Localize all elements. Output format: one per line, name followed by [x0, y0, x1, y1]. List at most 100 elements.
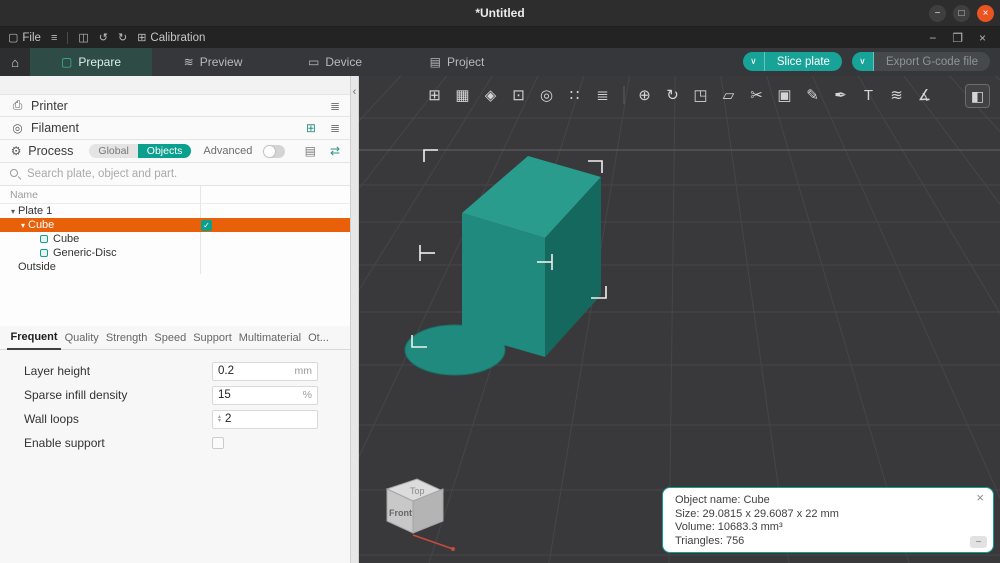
tree-row-outside[interactable]: Outside [0, 260, 350, 274]
export-gcode-button[interactable]: Export G-code file [874, 52, 990, 71]
assembly-view-button[interactable]: ◧ [965, 84, 990, 108]
advanced-toggle[interactable] [263, 145, 284, 158]
part-icon [40, 249, 48, 257]
enable-support-checkbox[interactable] [212, 437, 224, 449]
param-tab-quality[interactable]: Quality [61, 332, 102, 349]
app-close-button[interactable]: × [979, 31, 986, 45]
expander-icon[interactable]: ▾ [8, 207, 18, 216]
fuzzy-skin-icon[interactable]: ≋ [884, 83, 909, 107]
home-button[interactable]: ⌂ [0, 48, 30, 76]
cube-checkbox[interactable]: ✓ [201, 220, 212, 231]
text-icon[interactable]: T [856, 83, 881, 107]
calibration-menu[interactable]: ⊞ Calibration [137, 31, 205, 44]
printer-section-row[interactable]: ⎙ Printer ≣ [0, 94, 350, 117]
tree-row-generic-disc[interactable]: Generic-Disc [0, 246, 350, 260]
wall-loops-input[interactable] [225, 413, 312, 425]
export-dropdown-button[interactable]: ∨ [852, 52, 874, 71]
param-row-sparse-infill: Sparse infill density % [0, 383, 350, 407]
expander-icon[interactable]: ▾ [18, 221, 28, 230]
layer-height-input[interactable] [218, 365, 295, 377]
rotate-icon[interactable]: ↻ [660, 83, 685, 107]
navigation-cube[interactable]: Top Front [373, 467, 461, 557]
printer-settings-icon[interactable]: ≣ [330, 99, 340, 113]
sync-icon[interactable]: ⇄ [330, 144, 340, 158]
info-close-icon[interactable]: × [976, 492, 984, 504]
param-tab-others[interactable]: Ot... [305, 332, 333, 349]
preview-icon: ≋ [184, 55, 194, 69]
support-painting-icon[interactable]: ✎ [800, 83, 825, 107]
process-section-row[interactable]: ⚙ Process Global Objects Advanced ▤ ⇄ [0, 140, 350, 163]
seam-painting-icon[interactable]: ✒ [828, 83, 853, 107]
scale-icon[interactable]: ◳ [688, 83, 713, 107]
tree-row-cube-selected[interactable]: ▾ Cube ✓ [0, 218, 350, 232]
menu-list-icon[interactable]: ≡ [51, 32, 57, 44]
tab-device[interactable]: ▭ Device [274, 48, 396, 76]
param-tab-support[interactable]: Support [190, 332, 236, 349]
cut-icon[interactable]: ✂ [744, 83, 769, 107]
process-list-icon[interactable]: ▤ [305, 144, 316, 158]
step-down-icon[interactable]: ▾ [218, 419, 221, 424]
variable-layer-height-icon[interactable]: ≣ [590, 83, 615, 107]
add-filament-icon[interactable]: ⊞ [306, 121, 316, 135]
tab-preview[interactable]: ≋ Preview [152, 48, 274, 76]
arrange-icon[interactable]: ⊡ [506, 83, 531, 107]
clone-icon[interactable]: ▣ [772, 83, 797, 107]
navcube-front-label[interactable]: Front [389, 508, 412, 518]
sidebar: ⎙ Printer ≣ ◎ Filament ⊞ ≣ ⚙ Process Glo… [0, 76, 351, 563]
objects-pill[interactable]: Objects [138, 144, 192, 158]
file-menu[interactable]: ▢ File [8, 31, 41, 44]
viewport-3d[interactable]: ⊞ ▦ ◈ ⊡ ◎ ∷ ≣ ⊕ ↻ ◳ ▱ ✂ ▣ ✎ ✒ T ≋ ∡ [359, 76, 1000, 563]
calibration-label: Calibration [150, 32, 205, 44]
app-minimize-button[interactable]: − [929, 31, 936, 45]
tree-row-plate-1[interactable]: ▾ Plate 1 [0, 204, 350, 218]
maximize-button[interactable]: □ [953, 5, 970, 22]
param-tab-multimaterial[interactable]: Multimaterial [235, 332, 304, 349]
move-icon[interactable]: ⊕ [632, 83, 657, 107]
project-icon: ▤ [430, 55, 441, 69]
info-collapse-icon[interactable]: − [970, 536, 987, 548]
navcube-top-label[interactable]: Top [410, 486, 425, 496]
undo-icon[interactable]: ↺ [99, 31, 108, 44]
tab-prepare[interactable]: ▢ Prepare [30, 48, 152, 76]
chevron-down-icon: ∨ [859, 56, 866, 67]
add-plate-icon[interactable]: ▦ [450, 83, 475, 107]
printer-section-label: Printer [31, 99, 68, 113]
collapse-sidebar-icon[interactable]: ‹ [353, 86, 357, 100]
tab-device-label: Device [325, 55, 362, 69]
tree-row-cube-part[interactable]: Cube [0, 232, 350, 246]
search-icon [10, 169, 21, 180]
split-to-objects-icon[interactable]: ◎ [534, 83, 559, 107]
wall-loops-stepper[interactable]: ▴ ▾ [218, 415, 221, 424]
add-object-icon[interactable]: ⊞ [422, 83, 447, 107]
filament-settings-icon[interactable]: ≣ [330, 121, 340, 135]
split-to-parts-icon[interactable]: ∷ [562, 83, 587, 107]
tree-label: Plate 1 [18, 205, 52, 217]
export-gcode-group: ∨ Export G-code file [852, 52, 990, 71]
param-tab-strength[interactable]: Strength [102, 332, 151, 349]
param-row-enable-support: Enable support [0, 431, 350, 455]
param-tab-speed[interactable]: Speed [151, 332, 190, 349]
wall-loops-box: ▴ ▾ [212, 410, 318, 429]
measure-icon[interactable]: ∡ [912, 83, 937, 107]
prepare-icon: ▢ [61, 55, 72, 69]
param-tabs: Frequent Quality Strength Speed Support … [0, 326, 350, 350]
search-input[interactable] [27, 168, 317, 180]
slice-plate-button[interactable]: Slice plate [765, 52, 842, 71]
auto-orient-icon[interactable]: ◈ [478, 83, 503, 107]
minimize-button[interactable]: − [929, 5, 946, 22]
slice-dropdown-button[interactable]: ∨ [743, 52, 765, 71]
model-cube[interactable] [462, 156, 601, 357]
filament-section-row[interactable]: ◎ Filament ⊞ ≣ [0, 117, 350, 140]
sparse-infill-input[interactable] [218, 389, 303, 401]
sidebar-handle[interactable]: ‹ [351, 76, 359, 563]
redo-icon[interactable]: ↻ [118, 31, 127, 44]
param-tab-frequent[interactable]: Frequent [7, 331, 61, 350]
global-pill[interactable]: Global [89, 144, 137, 158]
app-restore-button[interactable]: ❐ [952, 31, 963, 45]
tab-project[interactable]: ▤ Project [396, 48, 518, 76]
flatten-icon[interactable]: ▱ [716, 83, 741, 107]
window-title: *Untitled [475, 6, 524, 20]
close-button[interactable]: × [977, 5, 994, 22]
save-icon[interactable]: ◫ [78, 31, 88, 44]
tab-preview-label: Preview [200, 55, 243, 69]
